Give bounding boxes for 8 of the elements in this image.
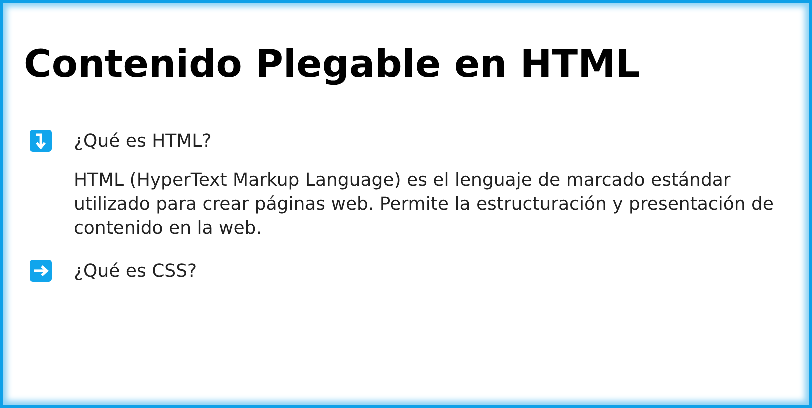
section-answer: HTML (HyperText Markup Language) es el lenguaje de marcado estándar utilizado para crear páginas web. Permite la estructuración y presentación de contenido en la web. [74, 169, 775, 241]
section-question[interactable]: ¿Qué es HTML? [74, 130, 212, 152]
toggle-button[interactable] [30, 130, 52, 152]
curved-down-arrow-icon [35, 133, 47, 149]
page-title: Contenido Plegable en HTML [24, 41, 642, 88]
right-arrow-icon [33, 265, 49, 277]
section-question[interactable]: ¿Qué es CSS? [74, 260, 198, 282]
toggle-button[interactable] [30, 260, 52, 282]
